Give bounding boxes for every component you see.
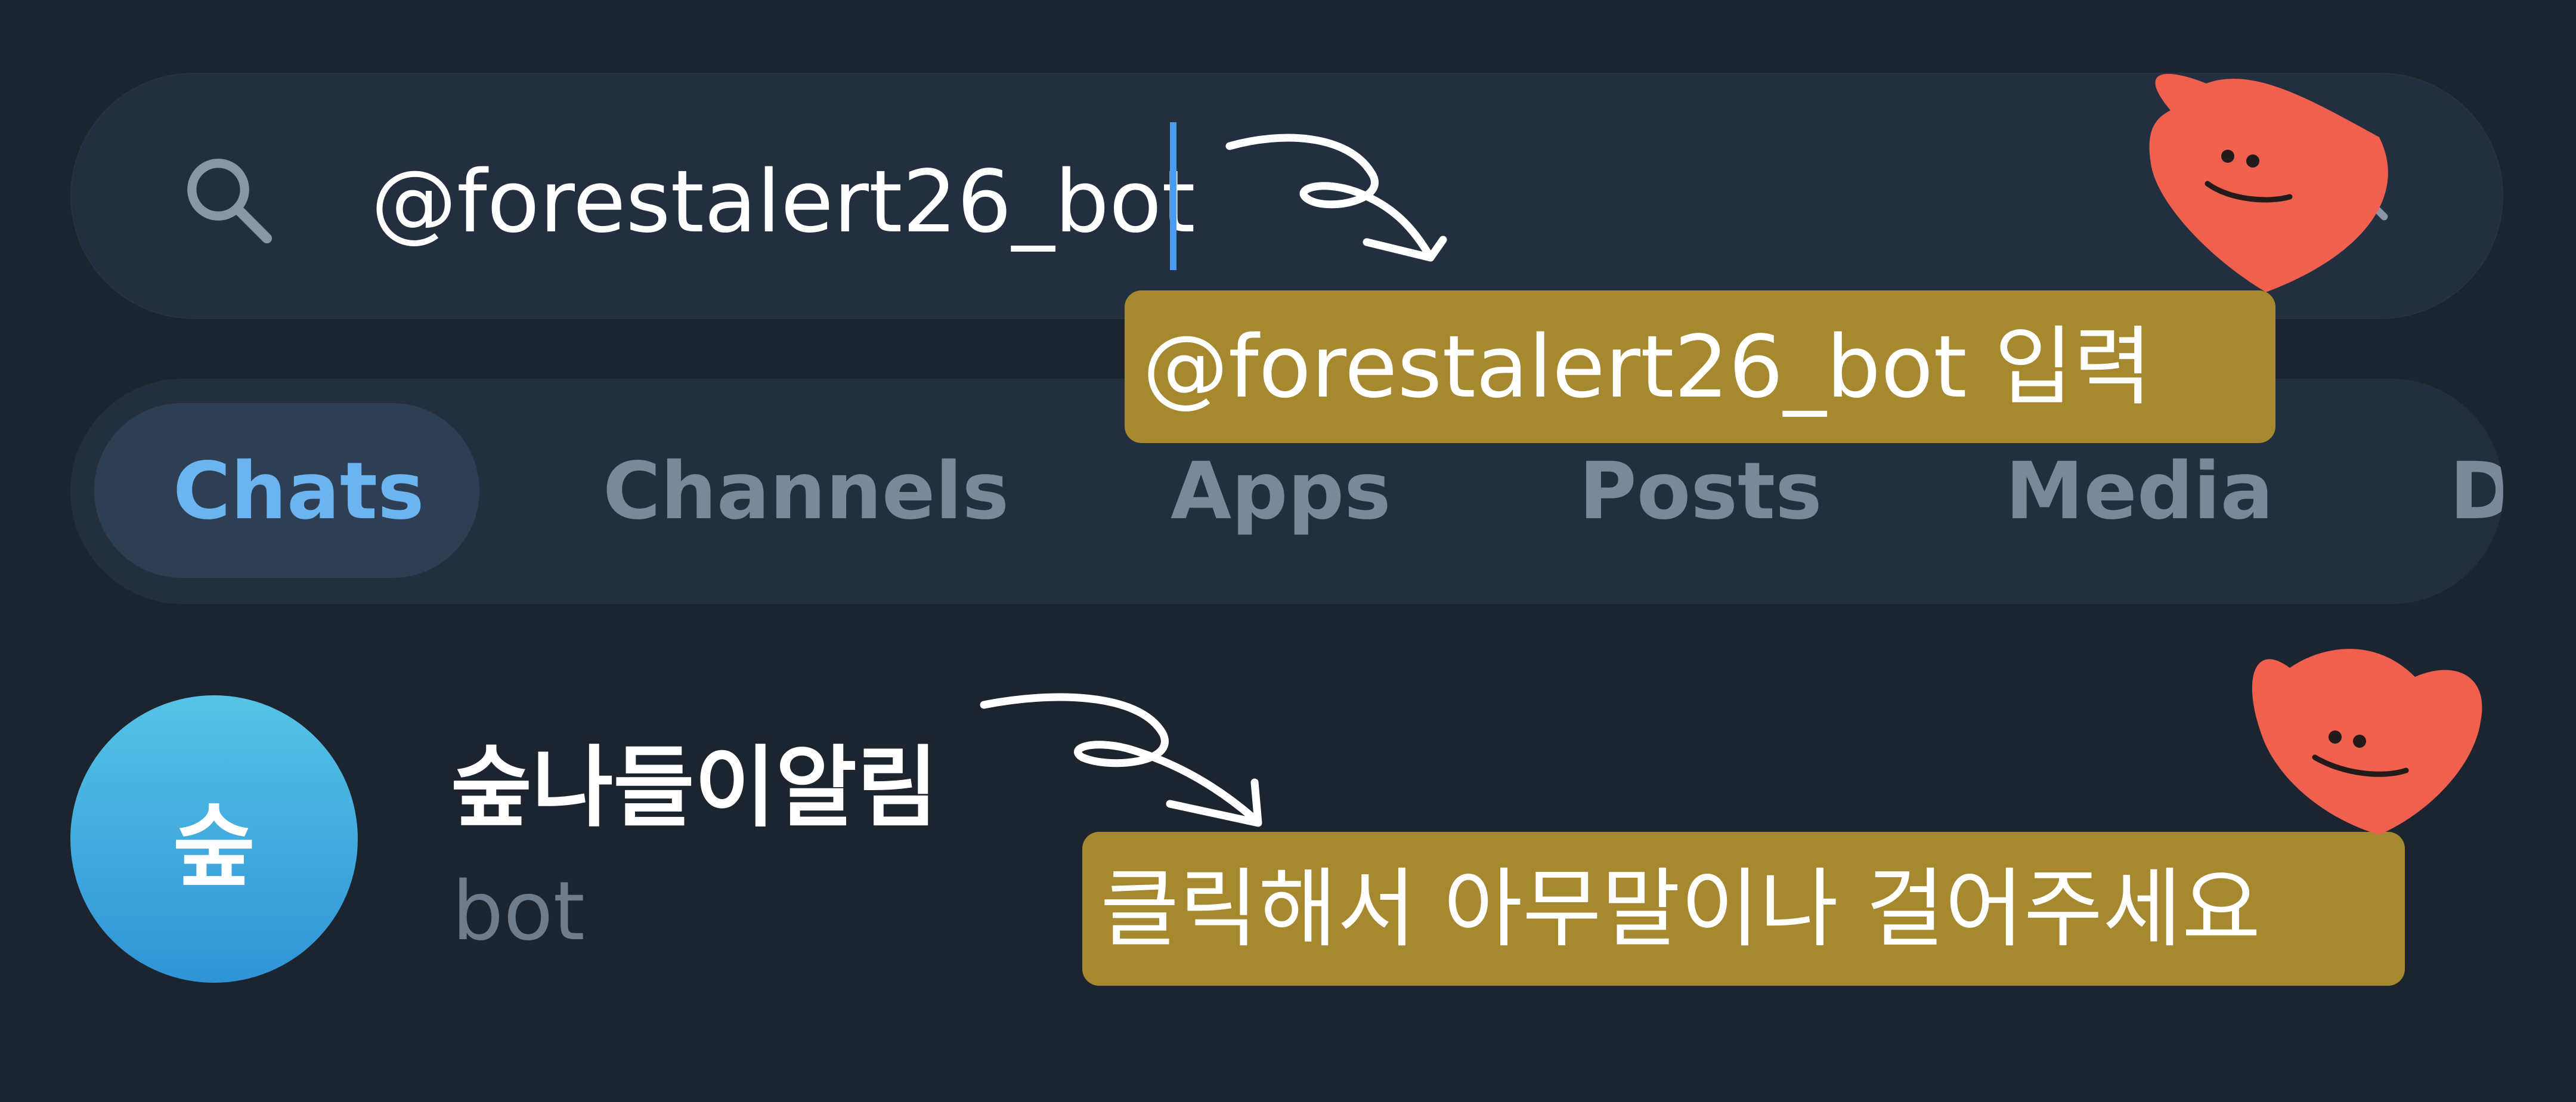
search-icon[interactable] (178, 149, 279, 250)
tab-partial-next[interactable]: D (2450, 379, 2503, 604)
annotation-note-result: 클릭해서 아무말이나 걸어주세요 (1082, 832, 2405, 986)
text-caret (1170, 122, 1176, 270)
annotation-note-search: @forestalert26_bot 입력 (1125, 290, 2275, 443)
search-input[interactable]: @forestalert26_bot (371, 154, 1196, 249)
result-title[interactable]: 숲나들이알림 (451, 716, 938, 844)
annotation-arrow-result (980, 693, 1262, 827)
tab-channels[interactable]: Channels (603, 379, 1009, 604)
smiling-heart-icon (2252, 649, 2482, 835)
close-icon[interactable] (2326, 158, 2397, 230)
result-subtitle: bot (452, 865, 585, 959)
tab-chats[interactable]: Chats (173, 379, 425, 604)
avatar[interactable]: 숲 (70, 695, 358, 983)
